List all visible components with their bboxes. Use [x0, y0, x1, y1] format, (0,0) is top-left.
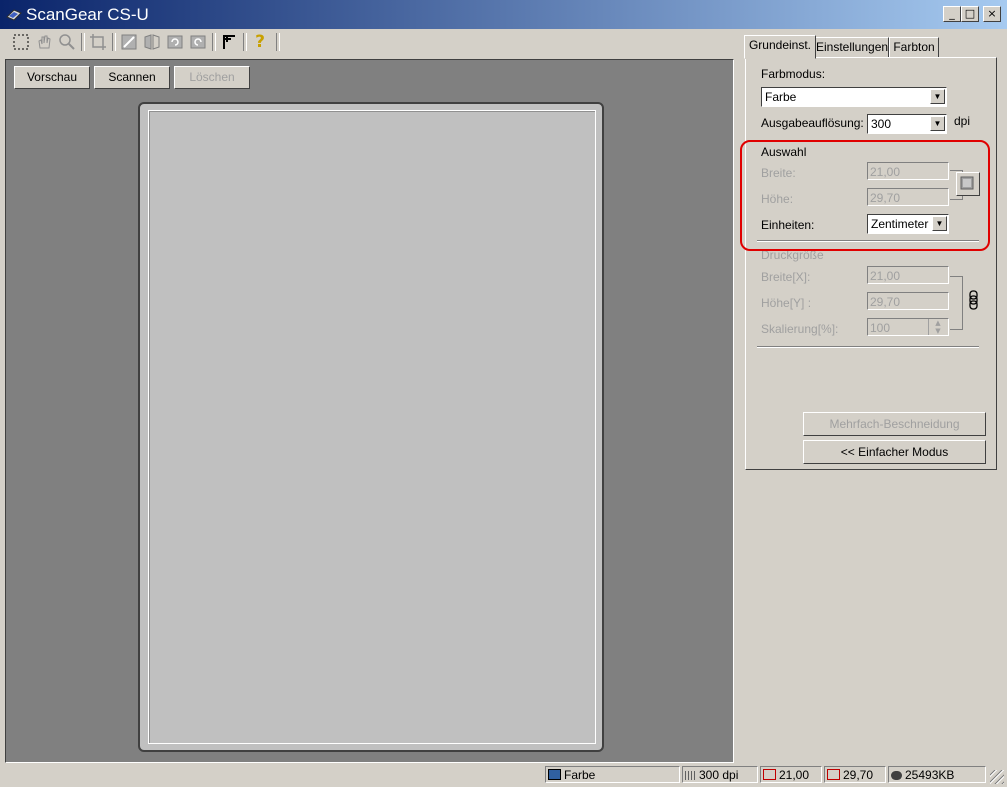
- rotate-right-icon[interactable]: [187, 31, 209, 53]
- status-width: 21,00: [760, 766, 822, 783]
- auto-crop-icon[interactable]: [118, 31, 140, 53]
- width-icon: [763, 769, 776, 780]
- color-mode-label: Farbmodus:: [761, 67, 826, 81]
- toolbar-separator: [276, 33, 280, 51]
- color-mode-select[interactable]: Farbe ▼: [761, 87, 947, 107]
- preview-button[interactable]: Vorschau: [14, 66, 90, 89]
- status-width-text: 21,00: [779, 768, 810, 782]
- tab-basic[interactable]: Grundeinst.: [744, 35, 816, 59]
- status-height: 29,70: [824, 766, 886, 783]
- resolution-unit: dpi: [954, 114, 971, 128]
- crop-icon[interactable]: [87, 31, 109, 53]
- close-button[interactable]: ×: [983, 6, 1001, 22]
- toolbar-separator: [212, 33, 216, 51]
- tab-settings[interactable]: Einstellungen: [815, 37, 889, 58]
- tab-tone[interactable]: Farbton: [889, 37, 939, 58]
- print-height-field[interactable]: 29,70: [867, 292, 949, 310]
- status-color-mode: Farbe: [545, 766, 680, 783]
- simple-mode-button[interactable]: << Einfacher Modus: [803, 440, 986, 464]
- status-size-text: 25493KB: [905, 768, 955, 782]
- status-height-text: 29,70: [843, 768, 874, 782]
- title-bar: ScanGear CS-U _ □ ×: [0, 0, 1007, 29]
- color-mode-icon: [548, 769, 561, 780]
- toolbar-separator: [112, 33, 116, 51]
- divider: [757, 346, 979, 348]
- chevron-down-icon[interactable]: ▼: [930, 116, 945, 131]
- link-bracket: [950, 276, 963, 330]
- preview-area[interactable]: Vorschau Scannen Löschen: [5, 59, 734, 763]
- zoom-icon[interactable]: [56, 31, 78, 53]
- chain-link-icon[interactable]: [969, 290, 979, 310]
- resolution-label: Ausgabeauflösung:: [761, 116, 864, 130]
- status-file-size: 25493KB: [888, 766, 986, 783]
- print-width-field[interactable]: 21,00: [867, 266, 949, 284]
- rotate-left-icon[interactable]: [164, 31, 186, 53]
- resize-grip[interactable]: [990, 770, 1004, 784]
- scanner-platen[interactable]: [138, 102, 604, 752]
- scanner-app-icon: [6, 9, 22, 21]
- status-resolution: 300 dpi: [682, 766, 758, 783]
- scale-label: Skalierung[%]:: [761, 322, 839, 336]
- selection-highlight: [740, 140, 990, 251]
- mirror-icon[interactable]: [141, 31, 163, 53]
- chevron-down-icon[interactable]: ▼: [930, 89, 945, 104]
- toolbar-separator: [81, 33, 85, 51]
- window-title: ScanGear CS-U: [26, 5, 149, 24]
- maximize-button[interactable]: □: [961, 6, 979, 22]
- toolbar-separator: [243, 33, 247, 51]
- basic-settings-panel: Farbmodus: Farbe ▼ Ausgabeauflösung: 300…: [745, 57, 997, 470]
- toolbar: ?: [0, 29, 735, 57]
- scale-spinner[interactable]: ▲ ▼: [928, 319, 947, 335]
- settings-icon[interactable]: [218, 31, 240, 53]
- status-color-text: Farbe: [564, 768, 596, 782]
- status-resolution-text: 300 dpi: [699, 768, 739, 782]
- height-icon: [827, 769, 840, 780]
- status-bar: Farbe 300 dpi 21,00 29,70 25493KB: [0, 764, 1007, 787]
- minimize-button[interactable]: _: [943, 6, 961, 22]
- resolution-value: 300: [871, 117, 892, 131]
- print-width-label: Breite[X]:: [761, 270, 811, 284]
- hand-icon[interactable]: [33, 31, 55, 53]
- preview-image-area[interactable]: [148, 110, 596, 744]
- scan-button[interactable]: Scannen: [94, 66, 170, 89]
- print-height-label: Höhe[Y] :: [761, 296, 812, 310]
- color-mode-value: Farbe: [765, 90, 797, 104]
- resolution-icon: [685, 771, 696, 780]
- select-tool-icon[interactable]: [10, 31, 32, 53]
- multi-crop-button[interactable]: Mehrfach-Beschneidung: [803, 412, 986, 436]
- resolution-select[interactable]: 300 ▼: [867, 114, 947, 134]
- clear-button[interactable]: Löschen: [174, 66, 250, 89]
- help-icon[interactable]: ?: [249, 31, 271, 53]
- disk-icon: [891, 771, 902, 780]
